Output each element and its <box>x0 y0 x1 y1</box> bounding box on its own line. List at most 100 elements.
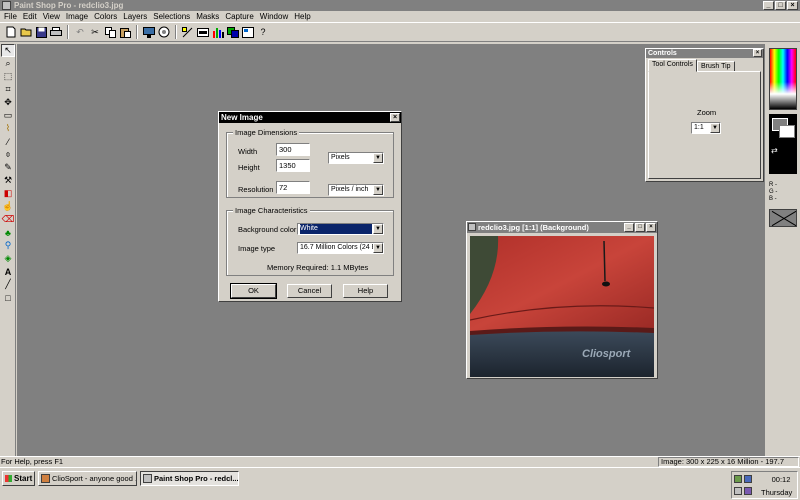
image-type-select[interactable]: 16.7 Million Colors (24 Bit) ▼ <box>297 242 384 254</box>
width-field[interactable]: 300 <box>276 143 310 156</box>
image-canvas[interactable]: Cliosport <box>470 236 654 377</box>
print-icon[interactable] <box>49 25 63 39</box>
paintbrush-icon[interactable]: ✎ <box>1 161 15 174</box>
picture-tube-icon[interactable]: ♣ <box>1 226 15 239</box>
selection-tool-icon[interactable]: ▭ <box>1 109 15 122</box>
open-icon[interactable] <box>19 25 33 39</box>
image-maximize-button[interactable]: □ <box>635 223 645 232</box>
app-icon[interactable] <box>2 1 11 10</box>
color-spectrum[interactable] <box>769 48 797 110</box>
menu-selections[interactable]: Selections <box>151 11 194 22</box>
minimize-button[interactable]: _ <box>763 1 774 10</box>
histogram-icon[interactable] <box>211 25 225 39</box>
mover-tool-icon[interactable]: ✥ <box>1 96 15 109</box>
image-window-title: redclio3.jpg [1:1] (Background) <box>478 223 589 232</box>
start-button[interactable]: Start <box>2 471 35 486</box>
preset-shapes-icon[interactable]: □ <box>1 291 15 304</box>
deformation-tool-icon[interactable]: ⬚ <box>1 70 15 83</box>
menu-colors[interactable]: Colors <box>92 11 121 22</box>
copy-icon[interactable] <box>103 25 117 39</box>
height-field[interactable]: 1350 <box>276 159 310 172</box>
paste-icon[interactable] <box>118 25 132 39</box>
full-screen-icon[interactable] <box>142 25 156 39</box>
menu-masks[interactable]: Masks <box>194 11 223 22</box>
toggle-palette-icon[interactable] <box>181 25 195 39</box>
help-button[interactable]: Help <box>343 284 388 298</box>
color-swatches: ⇄ <box>769 114 797 174</box>
eraser-icon[interactable]: ⌫ <box>1 213 15 226</box>
magic-wand-icon[interactable]: ⁄ <box>1 135 15 148</box>
help-icon[interactable]: ? <box>256 25 270 39</box>
chevron-down-icon[interactable]: ▼ <box>373 243 383 253</box>
menu-window[interactable]: Window <box>258 11 292 22</box>
text-tool-icon[interactable]: A <box>1 265 15 278</box>
browser-icon <box>41 474 50 483</box>
units-select[interactable]: Pixels ▼ <box>328 152 384 164</box>
tool-options-icon[interactable] <box>196 25 210 39</box>
maximize-button[interactable]: □ <box>775 1 786 10</box>
crop-tool-icon[interactable]: ⌗ <box>1 83 15 96</box>
close-button[interactable]: × <box>787 1 798 10</box>
clone-brush-icon[interactable]: ⚒ <box>1 174 15 187</box>
network-icon[interactable] <box>734 475 742 483</box>
flood-fill-icon[interactable]: ◈ <box>1 252 15 265</box>
zoom-select[interactable]: 1:1 ▼ <box>691 122 721 134</box>
zoom-tool-icon[interactable]: ⌕ <box>1 57 15 70</box>
taskbar: Start ClioSport - anyone good ... Paint … <box>0 467 800 500</box>
menu-edit[interactable]: Edit <box>21 11 41 22</box>
dialog-title-bar[interactable]: New Image × <box>219 112 401 123</box>
menu-help[interactable]: Help <box>292 11 314 22</box>
undo-icon[interactable]: ↶ <box>73 25 87 39</box>
image-minimize-button[interactable]: _ <box>624 223 634 232</box>
browse-icon[interactable] <box>157 25 171 39</box>
image-characteristics-group: Image Characteristics Background color W… <box>226 206 394 276</box>
cut-icon[interactable]: ✂ <box>88 25 102 39</box>
tray-app-icon-2[interactable] <box>744 487 752 495</box>
color-replacer-icon[interactable]: ◧ <box>1 187 15 200</box>
chevron-down-icon[interactable]: ▼ <box>373 153 383 163</box>
arrow-tool-icon[interactable]: ↖ <box>1 44 15 57</box>
background-color-select[interactable]: White ▼ <box>297 223 384 235</box>
task-paint-shop-pro[interactable]: Paint Shop Pro - redcl... <box>140 471 239 486</box>
resolution-units-select[interactable]: Pixels / inch ▼ <box>328 184 384 196</box>
image-close-button[interactable]: × <box>646 223 656 232</box>
dialog-close-button[interactable]: × <box>390 113 400 122</box>
new-icon[interactable] <box>4 25 18 39</box>
image-window-title-bar[interactable]: redclio3.jpg [1:1] (Background) _ □ × <box>467 222 657 233</box>
texture-swatch[interactable] <box>769 209 797 227</box>
ok-button[interactable]: OK <box>230 283 277 299</box>
resolution-field[interactable]: 72 <box>276 181 310 194</box>
volume-icon[interactable] <box>734 487 742 495</box>
task-paint-shop-pro-label: Paint Shop Pro - redcl... <box>154 474 239 483</box>
toolbar-separator <box>175 25 177 39</box>
clock-time[interactable]: 00:12 <box>765 475 797 484</box>
chevron-down-icon[interactable]: ▼ <box>373 185 383 195</box>
menu-file[interactable]: File <box>2 11 21 22</box>
paint-shop-pro-icon <box>143 474 152 483</box>
controls-title-bar[interactable]: Controls × <box>646 49 763 58</box>
chevron-down-icon[interactable]: ▼ <box>373 224 383 234</box>
controls-close-button[interactable]: × <box>753 49 762 57</box>
menu-capture[interactable]: Capture <box>223 11 257 22</box>
swap-colors-icon[interactable]: ⇄ <box>771 146 778 155</box>
task-cliosport[interactable]: ClioSport - anyone good ... <box>38 471 137 486</box>
menu-image[interactable]: Image <box>64 11 92 22</box>
save-icon[interactable] <box>34 25 48 39</box>
draw-tool-icon[interactable]: ╱ <box>1 278 15 291</box>
airbrush-icon[interactable]: ⚲ <box>1 239 15 252</box>
chevron-down-icon[interactable]: ▼ <box>710 123 720 133</box>
tab-tool-controls[interactable]: Tool Controls <box>648 59 697 72</box>
retouch-icon[interactable]: ☝ <box>1 200 15 213</box>
layer-palette-icon[interactable] <box>226 25 240 39</box>
menu-view[interactable]: View <box>41 11 64 22</box>
background-swatch[interactable] <box>779 125 795 138</box>
tool-controls-panel: Zoom 1:1 ▼ <box>648 71 761 179</box>
menu-layers[interactable]: Layers <box>121 11 151 22</box>
tray-app-icon[interactable] <box>744 475 752 483</box>
cancel-button[interactable]: Cancel <box>287 284 332 298</box>
zoom-value: 1:1 <box>694 124 704 131</box>
overview-icon[interactable] <box>241 25 255 39</box>
status-bar: For Help, press F1 Image: 300 x 225 x 16… <box>0 456 800 474</box>
dropper-icon[interactable]: ⌽ <box>1 148 15 161</box>
freehand-tool-icon[interactable]: ⌇ <box>1 122 15 135</box>
